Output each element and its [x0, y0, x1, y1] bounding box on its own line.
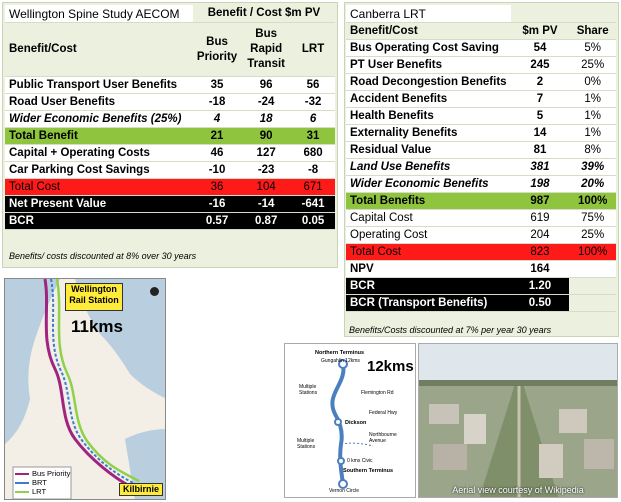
wellington-col-lrt: LRT: [291, 22, 335, 77]
canberra-distance: 12kms: [367, 358, 414, 375]
photo-caption: Aerial view courtesy of Wikipedia: [452, 485, 584, 495]
table-row-total-cost: Total Cost 823 100%: [346, 243, 616, 261]
table-row: Residual Value 81 8%: [346, 141, 616, 159]
canberra-table: Canberra LRT Benefit/Cost $m PV Share Bu…: [346, 5, 616, 312]
table-row: Public Transport User Benefits 35 96 56: [5, 76, 335, 94]
legend-item: BRT: [15, 478, 70, 487]
diagram-dickson-label: Dickson: [345, 420, 367, 426]
table-row: Wider Economic Benefits (25%) 4 18 6: [5, 110, 335, 128]
legend-item: LRT: [15, 487, 70, 496]
table-row-npv: NPV 164: [346, 260, 616, 278]
table-row: Wider Economic Benefits 198 20%: [346, 175, 616, 193]
table-row: Accident Benefits 7 1%: [346, 90, 616, 108]
diagram-south-label: Southern Terminus: [343, 468, 394, 474]
diagram-stations-a-label: Multiple Stations: [299, 384, 318, 396]
wellington-col-brt: Bus Rapid Transit: [241, 22, 292, 77]
legend-swatch-brt: [15, 482, 29, 485]
canberra-panel: Canberra LRT Benefit/Cost $m PV Share Bu…: [344, 2, 619, 337]
wellington-note: Benefits/ costs discounted at 8% over 30…: [9, 251, 197, 261]
table-row-bcr-transport: BCR (Transport Benefits) 0.50: [346, 294, 616, 312]
legend-item: Bus Priority: [15, 469, 70, 478]
wellington-table: Wellington Spine Study AECOM Benefit / C…: [5, 5, 335, 230]
aerial-photo-graphic: [419, 344, 617, 497]
table-row-total-benefits: Total Benefits 987 100%: [346, 192, 616, 210]
diagram-civic-label: 0 kms Civic: [347, 458, 373, 464]
table-row: Externality Benefits 14 1%: [346, 124, 616, 142]
table-row-bcr: BCR 0.57 0.87 0.05: [5, 212, 335, 230]
table-row-bcr: BCR 1.20: [346, 277, 616, 295]
diagram-federal-label: Federal Hwy: [369, 410, 398, 416]
table-row-total-benefit: Total Benefit 21 90 31: [5, 127, 335, 145]
wellington-panel: Wellington Spine Study AECOM Benefit / C…: [2, 2, 338, 268]
wellington-map-graphic: [5, 279, 165, 499]
table-row: Road Decongestion Benefits 2 0%: [346, 73, 616, 91]
wellington-header-group: Benefit / Cost $m PV: [192, 5, 335, 23]
legend-swatch-lrt: [15, 491, 29, 494]
map-info-icon: [150, 287, 159, 296]
canberra-note: Benefits/Costs discounted at 7% per year…: [349, 325, 552, 335]
diagram-vernon-label: Vernon Circle: [329, 488, 360, 494]
wellington-row-header: Benefit/Cost: [5, 22, 193, 77]
table-row: PT User Benefits 245 25%: [346, 56, 616, 74]
table-row: Road User Benefits -18 -24 -32: [5, 93, 335, 111]
wellington-col-bus-priority: Bus Priority: [192, 22, 242, 77]
table-row: Car Parking Cost Savings -10 -23 -8: [5, 161, 335, 179]
kilbirnie-callout: Kilbirnie: [119, 483, 163, 496]
legend-swatch-bus-priority: [15, 473, 29, 476]
canberra-title: Canberra LRT: [346, 5, 511, 23]
table-row: Land Use Benefits 381 39%: [346, 158, 616, 176]
table-row: Health Benefits 5 1%: [346, 107, 616, 125]
table-row: Capital Cost 619 75%: [346, 209, 616, 227]
wellington-distance: 11kms: [71, 317, 123, 336]
diagram-stations-b-label: Multiple Stations: [297, 438, 316, 450]
diagram-flemington-label: Flemington Rd: [361, 390, 394, 396]
aerial-photo: Aerial view courtesy of Wikipedia: [418, 343, 618, 498]
canberra-header-row: Benefit/Cost $m PV Share: [346, 22, 616, 40]
diagram-northbourne-label: Northbourne Avenue: [369, 432, 397, 444]
table-row-npv: Net Present Value -16 -14 -641: [5, 195, 335, 213]
table-row: Operating Cost 204 25%: [346, 226, 616, 244]
diagram-gungahlin-label: Gungahlin 12kms: [321, 358, 360, 364]
table-row-total-cost: Total Cost 36 104 671: [5, 178, 335, 196]
map-legend: Bus Priority BRT LRT: [15, 469, 70, 496]
station-callout: Wellington Rail Station: [65, 283, 123, 311]
wellington-map: Wellington Rail Station 11kms Kilbirnie …: [4, 278, 166, 500]
diagram-north-label: Northern Terminus: [315, 350, 365, 356]
canberra-route-diagram: Northern Terminus Gungahlin 12kms 12kms …: [284, 343, 416, 498]
wellington-title: Wellington Spine Study AECOM: [5, 5, 193, 23]
table-row: Capital + Operating Costs 46 127 680: [5, 144, 335, 162]
table-row: Bus Operating Cost Saving 54 5%: [346, 39, 616, 57]
